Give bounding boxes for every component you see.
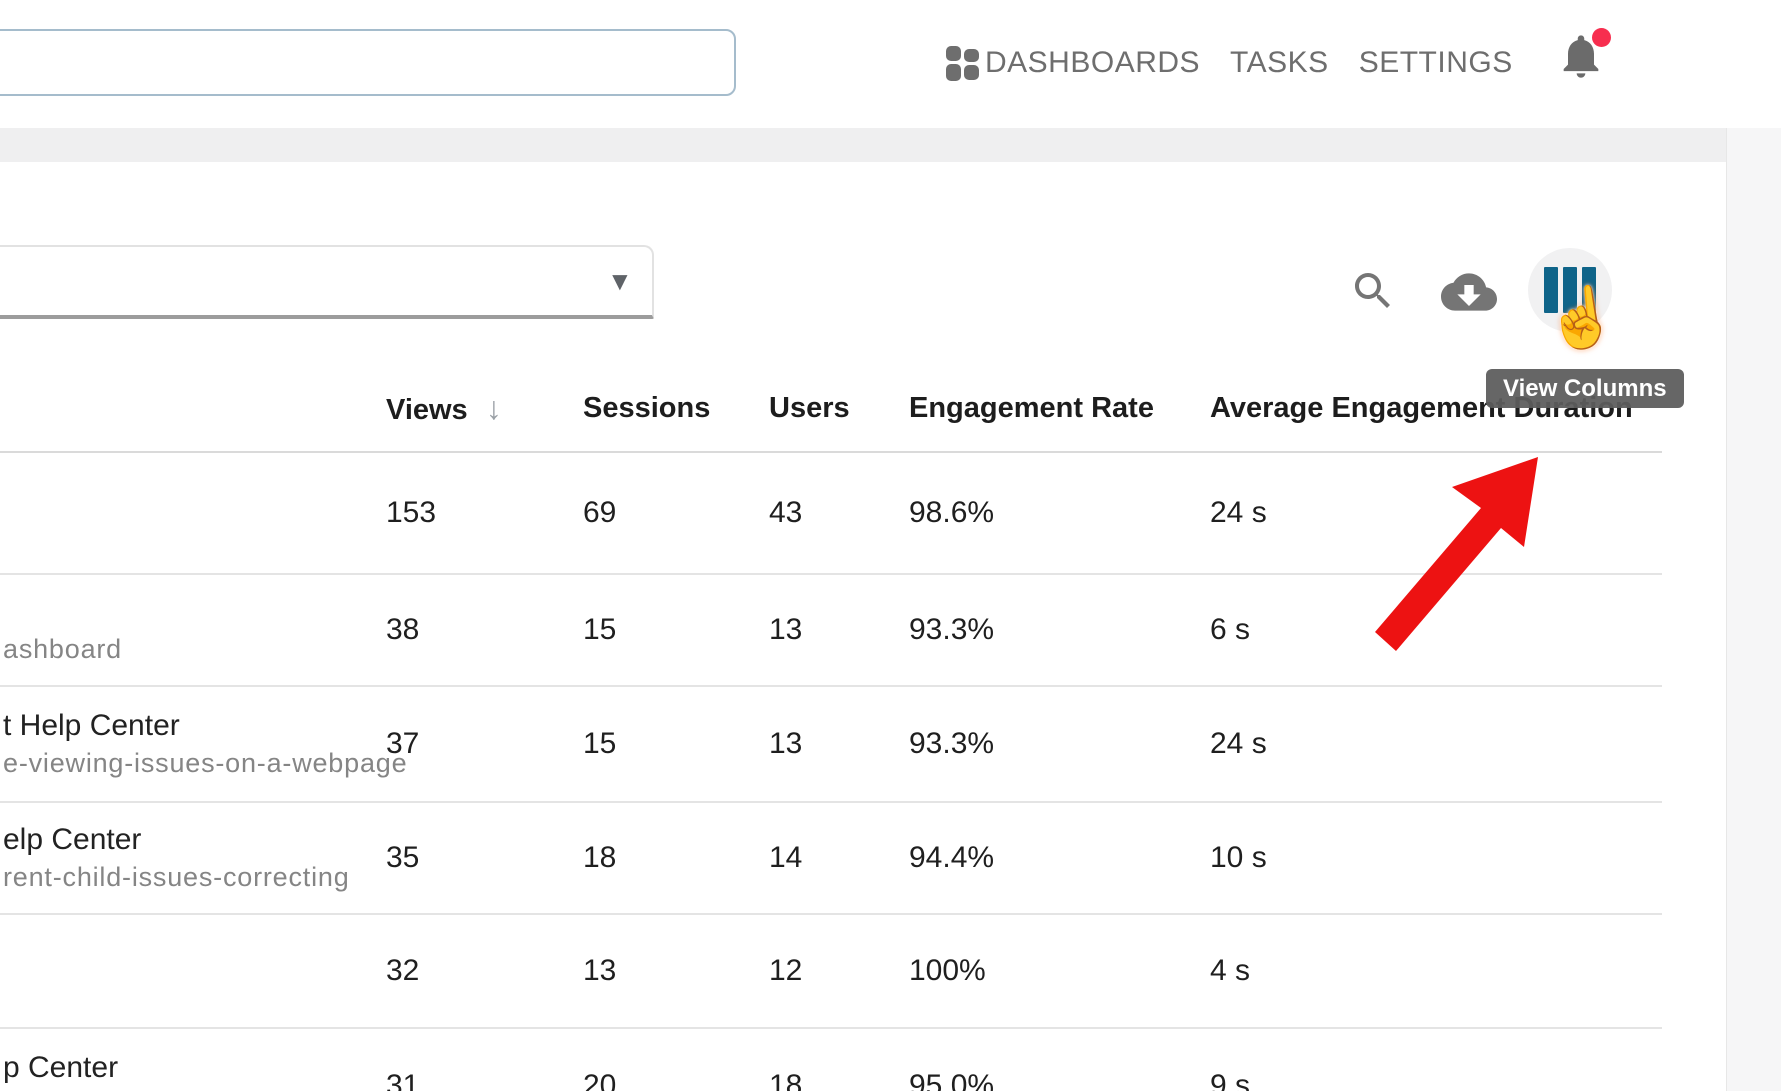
table-row: t Help Center e-viewing-issues-on-a-webp… xyxy=(0,687,1662,803)
search-icon xyxy=(1349,267,1397,315)
dashboard-grid-icon xyxy=(941,42,983,84)
download-button[interactable] xyxy=(1441,264,1497,325)
top-navigation-bar: DASHBOARDS TASKS SETTINGS xyxy=(0,0,1781,128)
avg-duration-cell: 6 s xyxy=(1210,575,1250,685)
page-label-cell: elp Center rent-child-issues-correcting xyxy=(3,803,363,913)
avg-duration-cell: 24 s xyxy=(1210,453,1267,573)
avg-duration-cell: 10 s xyxy=(1210,803,1267,913)
sessions-cell: 18 xyxy=(583,803,616,913)
avg-duration-cell: 24 s xyxy=(1210,687,1267,801)
chevron-down-icon: ▼ xyxy=(607,268,633,294)
nav-item-tasks[interactable]: TASKS xyxy=(1230,46,1329,80)
views-cell: 35 xyxy=(386,803,419,913)
nav-label-dashboards: DASHBOARDS xyxy=(985,46,1200,80)
sort-desc-icon: ↓ xyxy=(486,390,502,426)
sessions-cell: 20 xyxy=(583,1029,616,1091)
engagement-rate-cell: 95.0% xyxy=(909,1029,994,1091)
views-cell: 37 xyxy=(386,687,419,801)
users-cell: 12 xyxy=(769,915,802,1027)
nav-item-dashboards[interactable]: DASHBOARDS xyxy=(941,42,1200,84)
pages-report-table: Views↓ Sessions Users Engagement Rate Av… xyxy=(0,366,1662,1091)
page-label-cell: t Help Center e-viewing-issues-on-a-webp… xyxy=(3,687,363,801)
sessions-cell: 15 xyxy=(583,687,616,801)
views-cell: 153 xyxy=(386,453,436,573)
view-columns-icon xyxy=(1544,267,1596,313)
cloud-download-icon xyxy=(1441,264,1497,320)
views-cell: 31 xyxy=(386,1029,419,1091)
engagement-rate-cell: 93.3% xyxy=(909,575,994,685)
report-filter-select[interactable]: ▼ xyxy=(0,245,654,319)
users-cell: 13 xyxy=(769,687,802,801)
notifications-button[interactable] xyxy=(1555,30,1619,98)
table-row: 153 69 43 98.6% 24 s xyxy=(0,453,1662,575)
column-header-sessions[interactable]: Sessions xyxy=(583,366,710,451)
table-row: ashboard 38 15 13 93.3% 6 s xyxy=(0,575,1662,687)
table-search-button[interactable] xyxy=(1349,267,1397,320)
notification-badge-dot xyxy=(1592,28,1611,47)
nav-label-tasks: TASKS xyxy=(1230,46,1329,80)
column-header-users[interactable]: Users xyxy=(769,366,850,451)
nav-links: DASHBOARDS TASKS SETTINGS xyxy=(941,33,1513,93)
tooltip-label: View Columns xyxy=(1503,375,1667,402)
analytics-page: DASHBOARDS TASKS SETTINGS ▼ xyxy=(0,0,1781,1091)
sessions-cell: 13 xyxy=(583,915,616,1027)
table-row: 32 13 12 100% 4 s xyxy=(0,915,1662,1029)
users-cell: 43 xyxy=(769,453,802,573)
page-label-cell: ashboard xyxy=(3,575,363,685)
table-header-row: Views↓ Sessions Users Engagement Rate Av… xyxy=(0,366,1662,453)
sessions-cell: 69 xyxy=(583,453,616,573)
page-label-cell xyxy=(3,453,363,573)
nav-label-settings: SETTINGS xyxy=(1359,46,1513,80)
search-input[interactable] xyxy=(0,29,736,96)
page-label-cell: p Center xyxy=(3,1029,363,1091)
engagement-rate-cell: 100% xyxy=(909,915,986,1027)
engagement-rate-cell: 93.3% xyxy=(909,687,994,801)
views-cell: 32 xyxy=(386,915,419,1027)
sessions-cell: 15 xyxy=(583,575,616,685)
engagement-rate-cell: 94.4% xyxy=(909,803,994,913)
table-row: elp Center rent-child-issues-correcting … xyxy=(0,803,1662,915)
users-cell: 14 xyxy=(769,803,802,913)
view-columns-button[interactable] xyxy=(1528,248,1612,332)
right-margin-panel xyxy=(1726,128,1781,1091)
avg-duration-cell: 9 s xyxy=(1210,1029,1250,1091)
engagement-rate-cell: 98.6% xyxy=(909,453,994,573)
page-label-cell xyxy=(3,915,363,1027)
nav-item-settings[interactable]: SETTINGS xyxy=(1359,46,1513,80)
column-header-engagement-rate[interactable]: Engagement Rate xyxy=(909,366,1154,451)
views-cell: 38 xyxy=(386,575,419,685)
users-cell: 18 xyxy=(769,1029,802,1091)
table-row: p Center 31 20 18 95.0% 9 s xyxy=(0,1029,1662,1091)
column-header-views[interactable]: Views↓ xyxy=(386,366,502,451)
users-cell: 13 xyxy=(769,575,802,685)
tooltip: View Columns xyxy=(1486,369,1684,408)
avg-duration-cell: 4 s xyxy=(1210,915,1250,1027)
